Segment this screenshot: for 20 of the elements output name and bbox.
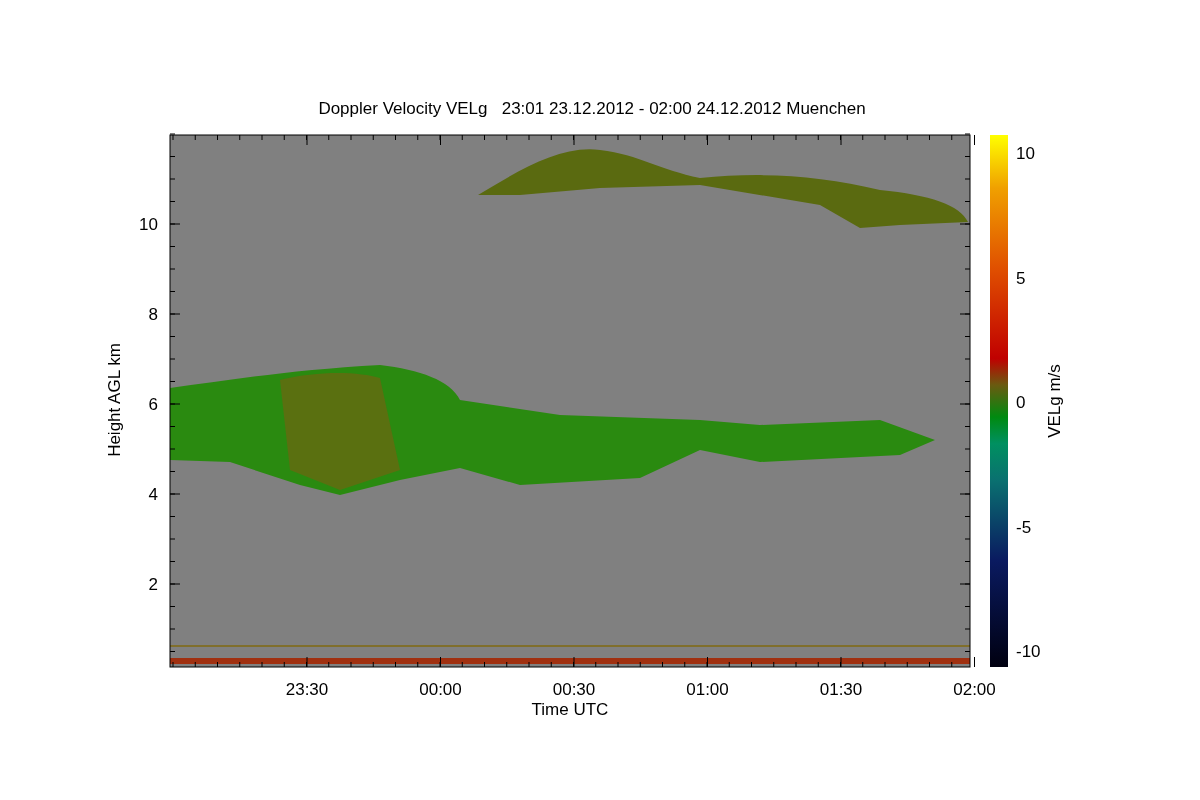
y-tick-label: 6: [148, 395, 158, 414]
x-tick-label: 00:00: [419, 680, 462, 699]
y-tick-label: 8: [148, 305, 158, 324]
color-scale-label: VELg m/s: [1045, 364, 1064, 438]
y-axis-label: Height AGL km: [105, 343, 124, 457]
x-tick-label: 01:30: [819, 680, 863, 699]
x-axis-label: Time UTC: [531, 700, 609, 719]
color-scale-tick-label: 0: [1016, 393, 1026, 412]
x-tick-label: 00:30: [552, 680, 596, 699]
color-scale-tick-label: -5: [1016, 517, 1032, 537]
y-tick-label: 10: [139, 215, 158, 234]
y-tick-label: 4: [148, 485, 158, 504]
color-scale-tick-label: 5: [1016, 268, 1026, 288]
chart-title: Doppler Velocity VELg 23:01 23.12.2012 - 02:00 24.12.2012 Muenchen: [318, 99, 866, 118]
y-tick-label: 2: [148, 575, 158, 594]
x-tick-label: 02:00: [953, 680, 996, 699]
x-tick-label: 01:00: [686, 680, 729, 699]
x-tick-label: 23:30: [285, 680, 329, 699]
color-scale-tick-label: 10: [1016, 144, 1035, 163]
color-scale-tick-label: -10: [1016, 642, 1041, 661]
